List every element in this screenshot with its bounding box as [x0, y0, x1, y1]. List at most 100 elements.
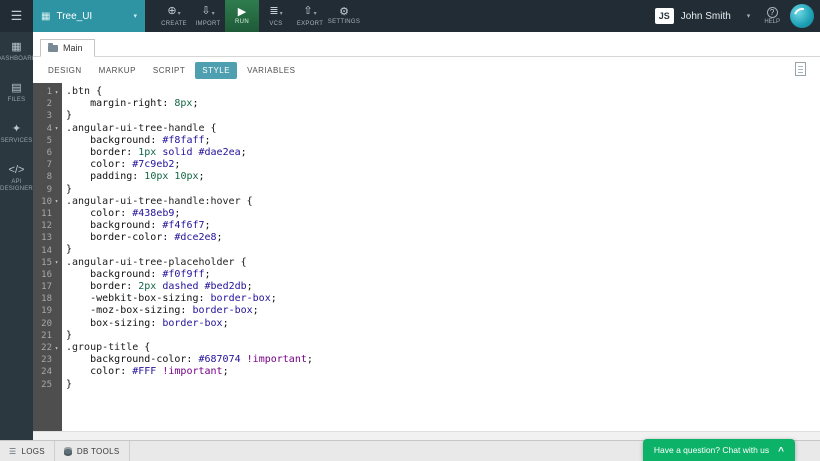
- project-selector[interactable]: ▦ Tree_UI ▾: [33, 0, 145, 32]
- menu-item-label: EXPORT: [297, 21, 323, 27]
- code-line[interactable]: -webkit-box-sizing: border-box;: [66, 293, 820, 305]
- code-line[interactable]: border-color: #dce2e8;: [66, 232, 820, 244]
- fold-marker-icon[interactable]: ▾: [52, 345, 61, 352]
- code-line[interactable]: padding: 10px 10px;: [66, 171, 820, 183]
- sidebar-item-services[interactable]: ✦SERVICES: [0, 114, 33, 155]
- code-line[interactable]: margin-right: 8px;: [66, 98, 820, 110]
- code-line[interactable]: background-color: #687074 !important;: [66, 354, 820, 366]
- code-line[interactable]: color: #438eb9;: [66, 208, 820, 220]
- files-icon: ▤: [11, 83, 21, 94]
- folder-icon: [48, 45, 58, 52]
- topbar-right: JS John Smith ▾ ? HELP: [655, 4, 820, 28]
- code-line[interactable]: }: [66, 379, 820, 391]
- code-line[interactable]: }: [66, 110, 820, 122]
- menu-vcs-button[interactable]: ≣▾VCS: [259, 0, 293, 32]
- code-line[interactable]: .angular-ui-tree-placeholder {: [66, 257, 820, 269]
- app-logo[interactable]: [790, 4, 814, 28]
- api-designer-icon: </>: [9, 165, 25, 176]
- import-icon: ⇩: [201, 6, 210, 17]
- chevron-down-icon: ▾: [133, 12, 137, 20]
- line-number: 18: [33, 294, 52, 304]
- code-line[interactable]: box-sizing: border-box;: [66, 318, 820, 330]
- menu-export-button[interactable]: ⇧▾EXPORT: [293, 0, 327, 32]
- menu-import-button[interactable]: ⇩▾IMPORT: [191, 0, 225, 32]
- menu-create-button[interactable]: ⊕▾CREATE: [157, 0, 191, 32]
- code-line[interactable]: background: #f0f9ff;: [66, 269, 820, 281]
- code-line[interactable]: background: #f4f6f7;: [66, 220, 820, 232]
- tab-design[interactable]: DESIGN: [41, 62, 89, 79]
- menu-settings-button[interactable]: ⚙SETTINGS: [327, 0, 361, 32]
- save-page-icon[interactable]: [795, 62, 806, 76]
- chevron-down-icon: ▾: [212, 9, 215, 20]
- code-line[interactable]: border: 2px dashed #bed2db;: [66, 281, 820, 293]
- chat-widget[interactable]: Have a question? Chat with us ^: [643, 439, 795, 461]
- line-number: 2: [33, 99, 52, 109]
- user-name[interactable]: John Smith: [681, 11, 731, 22]
- tab-style[interactable]: STYLE: [195, 62, 237, 79]
- help-button[interactable]: ? HELP: [764, 7, 780, 25]
- line-number: 10: [33, 197, 52, 207]
- fold-marker-icon[interactable]: ▾: [52, 89, 61, 96]
- code-line[interactable]: border: 1px solid #dae2ea;: [66, 147, 820, 159]
- chevron-up-icon: ^: [778, 448, 784, 456]
- menu-item-label: IMPORT: [195, 21, 220, 27]
- code-editor: 1▾234▾5678910▾1112131415▾16171819202122▾…: [33, 83, 820, 431]
- code-line[interactable]: color: #7c9eb2;: [66, 159, 820, 171]
- line-number: 20: [33, 319, 52, 329]
- tab-variables[interactable]: VARIABLES: [240, 62, 302, 79]
- line-number: 21: [33, 331, 52, 341]
- line-number: 25: [33, 380, 52, 390]
- topbar: ☰ ▦ Tree_UI ▾ ⊕▾CREATE⇩▾IMPORT▶RUN≣▾VCS⇧…: [0, 0, 820, 32]
- chevron-down-icon[interactable]: ▾: [747, 12, 751, 20]
- line-number: 17: [33, 282, 52, 292]
- menu-item-label: VCS: [269, 21, 282, 27]
- code-line[interactable]: }: [66, 184, 820, 196]
- menu-item-label: SETTINGS: [328, 19, 360, 25]
- db-tools-button[interactable]: DB TOOLS: [55, 441, 130, 461]
- top-menu: ⊕▾CREATE⇩▾IMPORT▶RUN≣▾VCS⇧▾EXPORT⚙SETTIN…: [157, 0, 361, 32]
- code-line[interactable]: }: [66, 330, 820, 342]
- code-line[interactable]: color: #FFF !important;: [66, 366, 820, 378]
- vcs-icon: ≣: [269, 6, 278, 17]
- sidebar-item-dashboard[interactable]: ▦DASHBOARD: [0, 32, 33, 73]
- line-number: 4: [33, 124, 52, 134]
- hamburger-menu-icon[interactable]: ☰: [0, 8, 33, 24]
- dashboard-icon: ▦: [11, 42, 21, 53]
- line-number: 23: [33, 355, 52, 365]
- code-line[interactable]: background: #f8faff;: [66, 135, 820, 147]
- settings-icon: ⚙: [339, 7, 349, 18]
- sidebar-item-api-designer[interactable]: </>API DESIGNER: [0, 155, 33, 203]
- line-number: 6: [33, 148, 52, 158]
- tab-main[interactable]: Main: [40, 39, 95, 57]
- tab-strip: Main: [33, 32, 820, 57]
- code-line[interactable]: .angular-ui-tree-handle:hover {: [66, 196, 820, 208]
- fold-marker-icon[interactable]: ▾: [52, 198, 61, 205]
- line-number: 5: [33, 136, 52, 146]
- code-line[interactable]: .angular-ui-tree-handle {: [66, 123, 820, 135]
- editor-code[interactable]: .btn { margin-right: 8px;}.angular-ui-tr…: [62, 83, 820, 431]
- db-tools-label: DB TOOLS: [77, 447, 120, 456]
- sidebar-item-label: SERVICES: [1, 138, 33, 145]
- menu-run-button[interactable]: ▶RUN: [225, 0, 259, 32]
- fold-marker-icon[interactable]: ▾: [52, 125, 61, 132]
- code-line[interactable]: }: [66, 244, 820, 256]
- code-line[interactable]: .btn {: [66, 86, 820, 98]
- help-label: HELP: [764, 19, 780, 25]
- chevron-down-icon: ▾: [178, 9, 181, 20]
- tab-markup[interactable]: MARKUP: [92, 62, 143, 79]
- line-number: 1: [33, 87, 52, 97]
- tab-label: Main: [63, 43, 83, 53]
- chevron-down-icon: ▾: [280, 9, 283, 20]
- line-number: 16: [33, 270, 52, 280]
- logs-button[interactable]: ☰ LOGS: [0, 441, 55, 461]
- fold-marker-icon[interactable]: ▾: [52, 259, 61, 266]
- code-line[interactable]: .group-title {: [66, 342, 820, 354]
- line-number: 22: [33, 343, 52, 353]
- left-sidebar: ▦DASHBOARD▤FILES✦SERVICES</>API DESIGNER: [0, 32, 33, 440]
- project-name: Tree_UI: [56, 11, 92, 22]
- subtabs: DESIGNMARKUPSCRIPTSTYLEVARIABLES: [33, 57, 820, 83]
- sidebar-item-files[interactable]: ▤FILES: [0, 73, 33, 114]
- tab-script[interactable]: SCRIPT: [146, 62, 192, 79]
- run-icon: ▶: [238, 7, 246, 18]
- code-line[interactable]: -moz-box-sizing: border-box;: [66, 305, 820, 317]
